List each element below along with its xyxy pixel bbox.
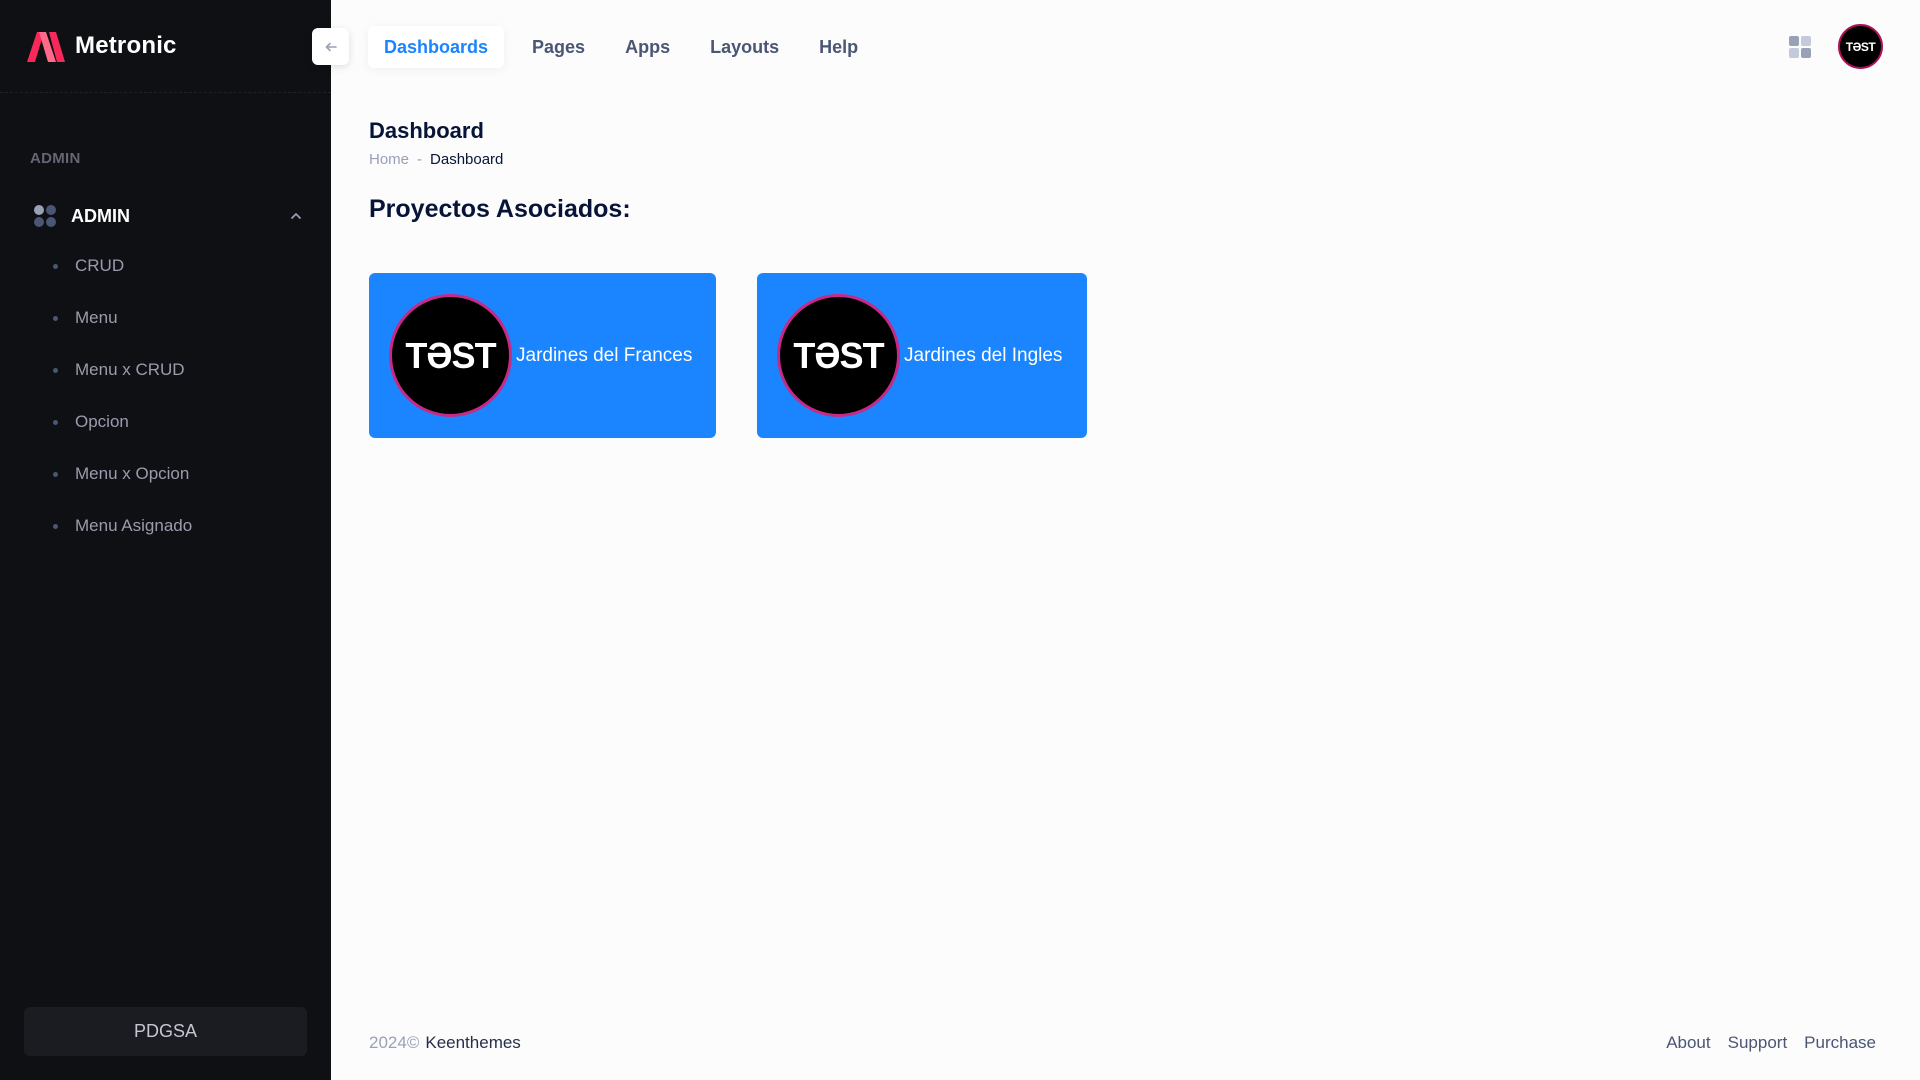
- top-navigation: Dashboards Pages Apps Layouts Help: [368, 26, 878, 68]
- sidebar-item-menu[interactable]: Menu: [0, 292, 331, 344]
- sidebar-item-menu-x-crud[interactable]: Menu x CRUD: [0, 344, 331, 396]
- bullet-icon: [53, 263, 58, 269]
- breadcrumb-current: Dashboard: [430, 151, 504, 168]
- sidebar-footer-button[interactable]: PDGSA: [24, 1007, 307, 1056]
- breadcrumb-separator: -: [417, 151, 423, 168]
- sidebar-item-menu-asignado[interactable]: Menu Asignado: [0, 500, 331, 552]
- project-name: Jardines del Ingles: [904, 344, 1063, 366]
- chevron-up-icon: [291, 213, 301, 219]
- sidebar-item-label: Menu x Opcion: [75, 464, 190, 483]
- sidebar-toggle-button[interactable]: [312, 28, 349, 65]
- arrow-left-icon: [325, 42, 337, 51]
- bullet-icon: [53, 523, 58, 529]
- bullet-icon: [53, 315, 58, 321]
- nav-help[interactable]: Help: [799, 26, 878, 68]
- sidebar: Metronic ADMIN ADMIN CRUD Menu Menu x CR…: [0, 0, 331, 1080]
- footer-brand-link[interactable]: Keenthemes: [425, 1033, 520, 1053]
- section-heading: Proyectos Asociados:: [369, 195, 631, 223]
- page-title: Dashboard: [369, 118, 484, 143]
- sidebar-item-menu-x-opcion[interactable]: Menu x Opcion: [0, 448, 331, 500]
- apps-dots-icon: [34, 205, 58, 227]
- breadcrumb-home[interactable]: Home: [369, 151, 409, 168]
- app-name: Metronic: [75, 32, 177, 59]
- sidebar-submenu: CRUD Menu Menu x CRUD Opcion Menu x Opci…: [0, 240, 331, 552]
- apps-grid-icon[interactable]: [1789, 36, 1811, 58]
- sidebar-item-label: Opcion: [75, 412, 129, 431]
- sidebar-item-label: Menu x CRUD: [75, 360, 185, 379]
- sidebar-item-label: Menu: [75, 308, 118, 327]
- nav-dashboards[interactable]: Dashboards: [368, 26, 505, 68]
- project-logo: TƏST: [777, 294, 900, 417]
- nav-layouts[interactable]: Layouts: [690, 26, 799, 68]
- project-card-jardines-ingles[interactable]: TƏST Jardines del Ingles: [757, 273, 1087, 438]
- sidebar-group-label: ADMIN: [71, 205, 130, 226]
- breadcrumb: Home - Dashboard: [369, 151, 503, 168]
- sidebar-item-label: CRUD: [75, 256, 125, 275]
- bullet-icon: [53, 419, 58, 425]
- footer-link-support[interactable]: Support: [1728, 1033, 1788, 1053]
- metronic-logo-icon: [27, 32, 65, 62]
- sidebar-section-label: ADMIN: [30, 150, 81, 167]
- footer-link-purchase[interactable]: Purchase: [1804, 1033, 1876, 1053]
- nav-apps[interactable]: Apps: [605, 26, 690, 68]
- sidebar-group-admin[interactable]: ADMIN: [0, 200, 331, 232]
- footer-year: 2024©: [369, 1033, 420, 1052]
- project-name: Jardines del Frances: [516, 344, 693, 366]
- bullet-icon: [53, 367, 58, 373]
- sidebar-item-crud[interactable]: CRUD: [0, 240, 331, 292]
- bullet-icon: [53, 471, 58, 477]
- project-card-jardines-frances[interactable]: TƏST Jardines del Frances: [369, 273, 716, 438]
- sidebar-logo[interactable]: Metronic: [0, 0, 331, 93]
- project-logo: TƏST: [389, 294, 512, 417]
- nav-pages[interactable]: Pages: [512, 26, 605, 68]
- sidebar-item-label: Menu Asignado: [75, 516, 193, 535]
- footer-link-about[interactable]: About: [1666, 1033, 1710, 1053]
- footer-links: About Support Purchase: [1666, 1033, 1876, 1053]
- footer-copyright: 2024© Keenthemes: [369, 1033, 521, 1053]
- sidebar-item-opcion[interactable]: Opcion: [0, 396, 331, 448]
- user-avatar[interactable]: TƏST: [1838, 24, 1883, 69]
